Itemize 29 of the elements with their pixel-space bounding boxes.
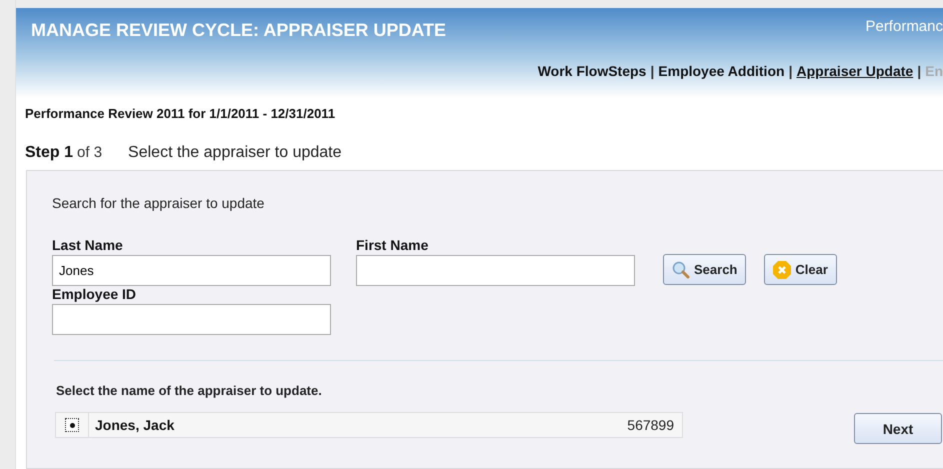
step-count: of 3 bbox=[77, 144, 102, 161]
search-button[interactable]: Search bbox=[663, 254, 746, 285]
text-field[interactable] bbox=[52, 304, 331, 335]
separator-text: | bbox=[788, 63, 792, 79]
workflow-link[interactable]: Appraiser Update bbox=[796, 63, 914, 79]
workflow-link[interactable]: Work FlowSteps bbox=[538, 63, 646, 79]
employee-id: 567899 bbox=[627, 417, 674, 433]
appraiser-name: Jones, Jack bbox=[95, 417, 176, 433]
text-field[interactable]: Jones bbox=[52, 255, 331, 286]
close-icon bbox=[773, 260, 792, 278]
page-title: MANAGE REVIEW CYCLE: APPRAISER UPDATE bbox=[31, 20, 446, 41]
search-heading: Search for the appraiser to update bbox=[52, 195, 266, 211]
radio-button[interactable] bbox=[65, 418, 79, 432]
text-field[interactable] bbox=[356, 255, 635, 286]
separator-text: | bbox=[650, 63, 654, 79]
results-heading: Select the name of the appraiser to update. bbox=[56, 383, 323, 398]
review-title: Performance Review 2011 for 1/1/2011 - 12/31/2011 bbox=[25, 106, 336, 121]
field-label: Last Name bbox=[52, 237, 124, 253]
field-label: First Name bbox=[356, 237, 430, 253]
search-icon bbox=[672, 260, 690, 278]
next-button[interactable]: Next bbox=[854, 413, 942, 444]
step-label: Step 1 bbox=[25, 144, 74, 162]
separator-text: | bbox=[917, 63, 922, 79]
header-text: Performanc bbox=[865, 18, 943, 35]
step-instruction: Select the appraiser to update bbox=[128, 144, 342, 162]
workflow-link[interactable]: Employee Addition bbox=[658, 63, 785, 79]
clear-button[interactable]: Clear bbox=[764, 254, 837, 285]
field-label: Employee ID bbox=[52, 286, 138, 302]
result-row[interactable]: Jones, Jack 567899 bbox=[55, 412, 683, 438]
